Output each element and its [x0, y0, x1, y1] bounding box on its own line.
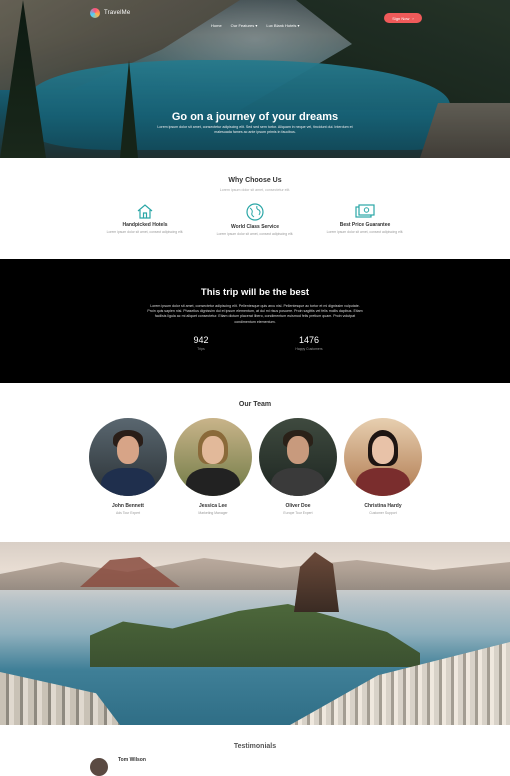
arrow-right-icon: ›: [412, 15, 414, 21]
feature-desc: Lorem ipsum dolor sit amet, consect adip…: [216, 232, 294, 236]
trip-text: Lorem ipsum dolor sit amet, consectetur …: [147, 304, 363, 324]
team-member: Oliver Doe Europe Tour Expert: [258, 418, 338, 515]
feature-title: Best Price Guarantee: [339, 222, 391, 228]
stat-happy-customers: 1476 Happy Customers: [279, 335, 339, 351]
globe-icon: [246, 203, 264, 221]
member-name: John Bennett: [112, 503, 144, 509]
feature-best-price: Best Price Guarantee Lorem ipsum dolor s…: [310, 203, 420, 234]
team-section: Our Team John Bennett Ads Tour Expert Je…: [0, 383, 510, 542]
team-title: Our Team: [238, 401, 272, 408]
menu-item-hotels[interactable]: Lux Blank Hotels ▾: [266, 23, 299, 28]
sign-now-button[interactable]: Sign Now ›: [384, 13, 422, 23]
feature-desc: Lorem ipsum dolor sit amet, consect adip…: [106, 230, 184, 234]
avatar: [174, 418, 252, 496]
member-role: Europe Tour Expert: [283, 511, 313, 515]
why-choose-us-section: Why Choose Us Lorem ipsum dolor sit amet…: [0, 158, 510, 259]
feature-title: Handpicked Hotels: [122, 222, 168, 228]
stat-value: 1476: [298, 335, 320, 345]
section-title: Why Choose Us: [228, 177, 282, 184]
feature-title: World Class Service: [231, 224, 279, 230]
avatar: [89, 418, 167, 496]
section-subtitle: Lorem ipsum dolor sit amet, consectetur …: [219, 188, 291, 192]
member-role: Marketing Manager: [198, 511, 228, 515]
team-member: Jessica Lee Marketing Manager: [173, 418, 253, 515]
stat-value: 942: [193, 335, 209, 345]
trip-section: This trip will be the best Lorem ipsum d…: [0, 259, 510, 383]
avatar: [90, 758, 108, 776]
top-nav: TravelMe Sign Now ›: [0, 6, 510, 23]
hero-title: Go on a journey of your dreams: [171, 111, 339, 123]
team-member: John Bennett Ads Tour Expert: [88, 418, 168, 515]
member-role: Ads Tour Expert: [115, 511, 141, 515]
feature-desc: Lorem ipsum dolor sit amet, consect adip…: [326, 230, 404, 234]
team-member: Christina Hardy Customer Support: [343, 418, 423, 515]
stat-trips: 942 Trips: [171, 335, 231, 351]
testimonial-author: Tom Wilson: [118, 757, 146, 763]
testimonials-title: Testimonials: [233, 743, 277, 750]
stat-label: Trips: [197, 347, 205, 351]
hero-subtitle: Lorem ipsum dolor sit amet, consectetur …: [157, 125, 353, 134]
member-name: Oliver Doe: [285, 503, 311, 509]
member-role: Customer Support: [369, 511, 397, 515]
main-menu: Home Our Features ▾ Lux Blank Hotels ▾: [211, 23, 300, 28]
avatar: [344, 418, 422, 496]
avatar: [259, 418, 337, 496]
stat-label: Happy Customers: [295, 347, 323, 351]
scenic-banner-image: [0, 542, 510, 725]
testimonials-section: Testimonials Tom Wilson: [0, 725, 510, 776]
hero-section: TravelMe Sign Now › Home Our Features ▾ …: [0, 0, 510, 158]
brand-logo[interactable]: TravelMe: [90, 8, 130, 18]
feature-handpicked-hotels: Handpicked Hotels Lorem ipsum dolor sit …: [90, 203, 200, 234]
sign-now-label: Sign Now: [392, 15, 410, 21]
home-icon: [137, 204, 153, 219]
menu-item-features[interactable]: Our Features ▾: [231, 23, 258, 28]
money-icon: [355, 204, 375, 218]
trip-title: This trip will be the best: [200, 287, 310, 298]
feature-world-class-service: World Class Service Lorem ipsum dolor si…: [200, 203, 310, 236]
menu-item-home[interactable]: Home: [211, 23, 222, 28]
brand-logo-icon: [90, 8, 100, 18]
member-name: Jessica Lee: [198, 503, 228, 509]
member-name: Christina Hardy: [364, 503, 402, 509]
brand-name: TravelMe: [104, 10, 131, 16]
